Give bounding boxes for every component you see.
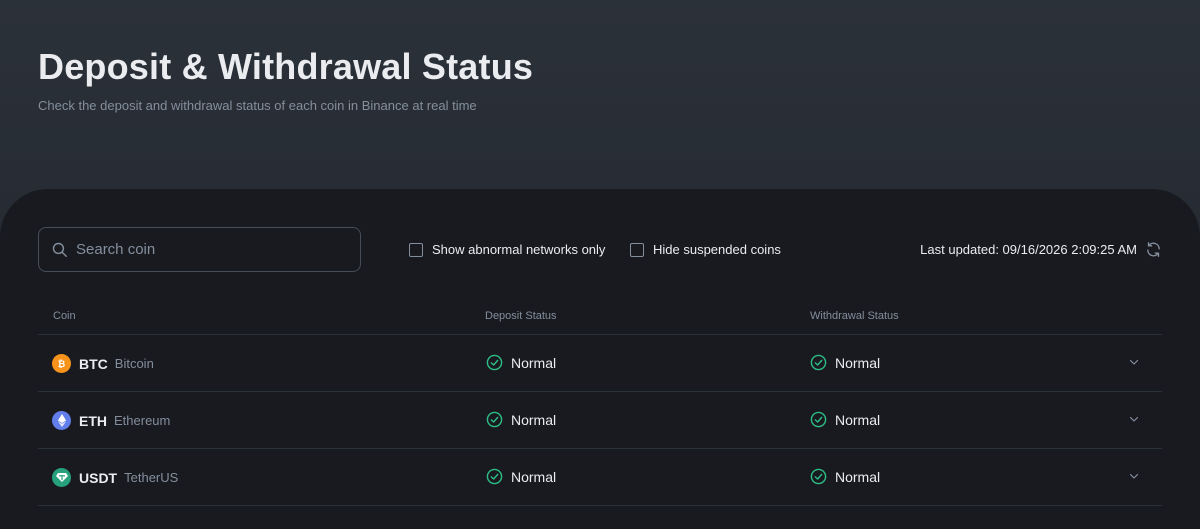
abnormal-networks-filter[interactable]: Show abnormal networks only	[409, 242, 605, 257]
coin-cell: ₿ BTC Bitcoin	[52, 354, 154, 373]
hide-suspended-filter[interactable]: Hide suspended coins	[630, 242, 781, 257]
chevron-down-icon	[1129, 359, 1139, 365]
expand-row-button[interactable]	[1128, 413, 1140, 425]
hide-suspended-checkbox[interactable]	[630, 242, 644, 257]
table-row[interactable]: USDT TetherUS Normal Normal	[38, 449, 1162, 506]
coin-symbol: ETH	[79, 412, 107, 429]
coin-name: Ethereum	[114, 413, 171, 428]
expand-row-button[interactable]	[1128, 356, 1140, 368]
check-circle-icon	[810, 354, 827, 371]
check-circle-icon	[810, 411, 827, 428]
ethereum-icon	[52, 411, 71, 430]
chevron-down-icon	[1129, 473, 1139, 479]
expand-row-button[interactable]	[1128, 470, 1140, 482]
coin-cell: ETH Ethereum	[52, 411, 170, 430]
last-updated-text: Last updated: 09/16/2026 2:09:25 AM	[920, 242, 1137, 257]
column-header-deposit-status: Deposit Status	[485, 310, 557, 322]
deposit-status: Normal	[486, 411, 556, 428]
check-circle-icon	[486, 468, 503, 485]
withdrawal-status-text: Normal	[835, 468, 881, 485]
last-updated: Last updated: 09/16/2026 2:09:25 AM	[920, 241, 1162, 258]
refresh-button[interactable]	[1145, 241, 1162, 258]
deposit-status-text: Normal	[511, 354, 557, 371]
coin-name: Bitcoin	[114, 356, 154, 371]
page-title: Deposit & Withdrawal Status	[38, 46, 534, 87]
check-circle-icon	[486, 411, 503, 428]
column-header-withdrawal-status: Withdrawal Status	[810, 310, 899, 322]
withdrawal-status: Normal	[810, 411, 880, 428]
coin-symbol: USDT	[79, 469, 118, 486]
bitcoin-icon: ₿	[52, 354, 71, 373]
withdrawal-status: Normal	[810, 468, 880, 485]
deposit-status-text: Normal	[511, 411, 557, 428]
deposit-status: Normal	[486, 354, 556, 371]
coin-name: TetherUS	[124, 470, 179, 485]
withdrawal-status-text: Normal	[835, 411, 881, 428]
hide-suspended-label: Hide suspended coins	[653, 242, 781, 257]
withdrawal-status: Normal	[810, 354, 880, 371]
abnormal-networks-checkbox[interactable]	[409, 242, 423, 257]
column-header-coin: Coin	[53, 310, 76, 322]
coin-cell: USDT TetherUS	[52, 468, 178, 487]
search-icon	[52, 242, 67, 257]
chevron-down-icon	[1129, 416, 1139, 422]
search-box[interactable]	[38, 227, 361, 272]
refresh-icon	[1147, 242, 1160, 257]
abnormal-networks-label: Show abnormal networks only	[432, 242, 606, 257]
deposit-status: Normal	[486, 468, 556, 485]
withdrawal-status-text: Normal	[835, 354, 881, 371]
status-panel: Show abnormal networks only Hide suspend…	[0, 189, 1200, 529]
tether-icon	[52, 468, 71, 487]
check-circle-icon	[486, 354, 503, 371]
coin-status-table: Coin Deposit Status Withdrawal Status ₿ …	[38, 297, 1162, 506]
svg-text:₿: ₿	[58, 359, 66, 369]
table-row[interactable]: ₿ BTC Bitcoin Normal Normal	[38, 335, 1162, 392]
table-header: Coin Deposit Status Withdrawal Status	[38, 297, 1162, 335]
table-row[interactable]: ETH Ethereum Normal Normal	[38, 392, 1162, 449]
check-circle-icon	[810, 468, 827, 485]
search-input[interactable]	[76, 241, 336, 258]
coin-symbol: BTC	[79, 355, 108, 372]
deposit-status-text: Normal	[511, 468, 557, 485]
page-subtitle: Check the deposit and withdrawal status …	[38, 98, 477, 113]
